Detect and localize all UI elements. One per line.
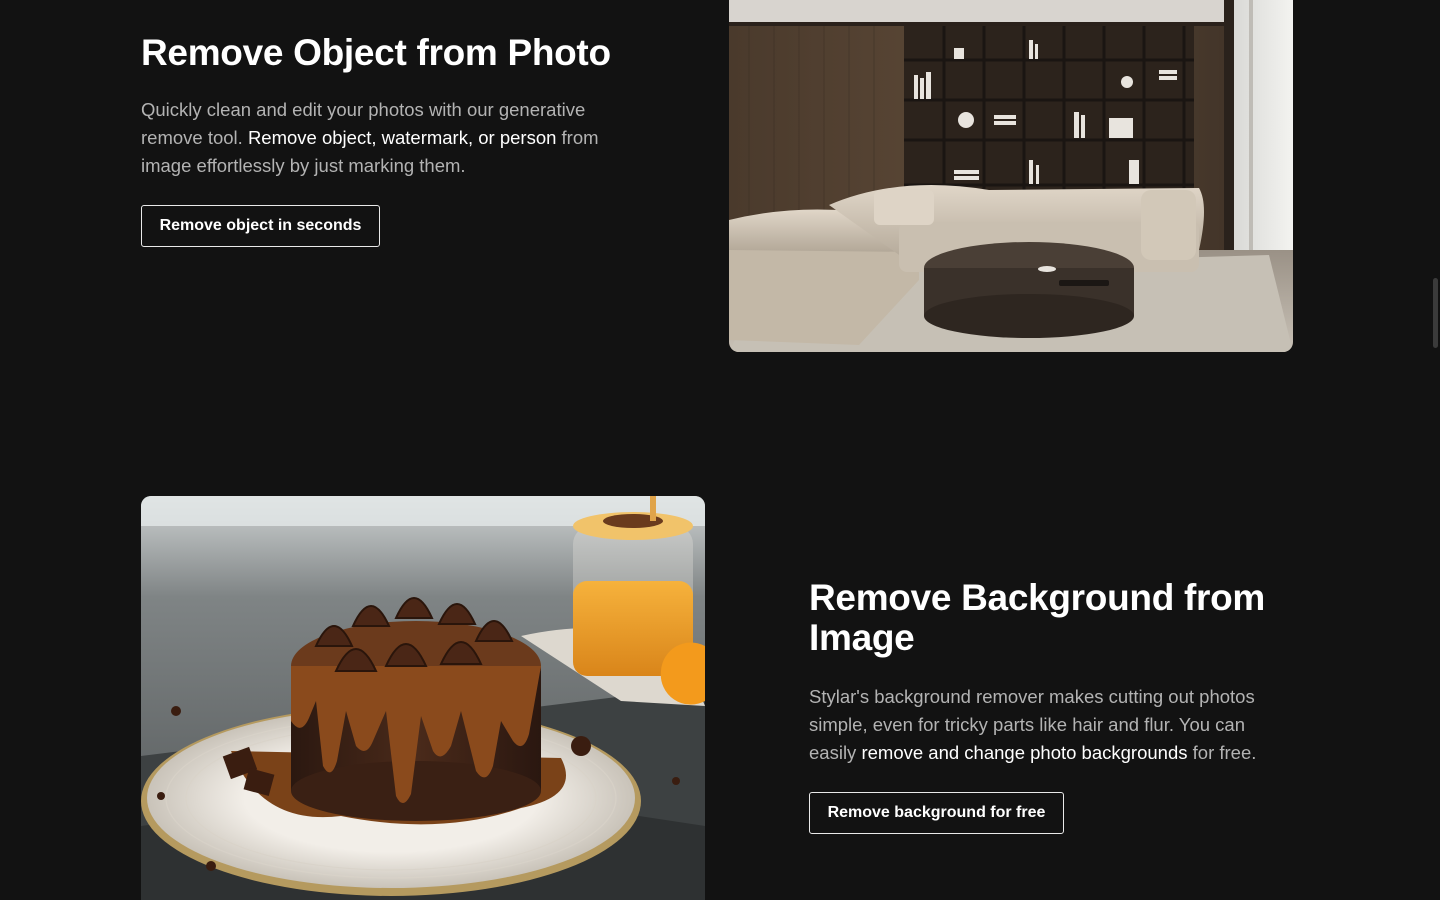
remove-background-button[interactable]: Remove background for free (809, 792, 1064, 834)
remove-object-description: Quickly clean and edit your photos with … (141, 96, 626, 180)
remove-background-desc-text-2: for free. (1187, 742, 1257, 763)
remove-object-title: Remove Object from Photo (141, 32, 611, 73)
remove-background-title: Remove Background from Image (809, 577, 1265, 658)
chocolate-cake-photo (141, 496, 705, 900)
remove-object-desc-highlight: Remove object, watermark, or person (247, 127, 557, 148)
remove-background-description: Stylar's background remover makes cuttin… (809, 683, 1284, 767)
remove-object-button[interactable]: Remove object in seconds (141, 205, 380, 247)
page-scrollbar-thumb[interactable] (1433, 278, 1438, 348)
remove-background-desc-highlight: remove and change photo backgrounds (861, 742, 1188, 763)
living-room-photo (729, 0, 1293, 352)
remove-background-section: Remove Background from Image Stylar's ba… (809, 578, 1309, 834)
remove-object-section: Remove Object from Photo Quickly clean a… (141, 30, 641, 247)
